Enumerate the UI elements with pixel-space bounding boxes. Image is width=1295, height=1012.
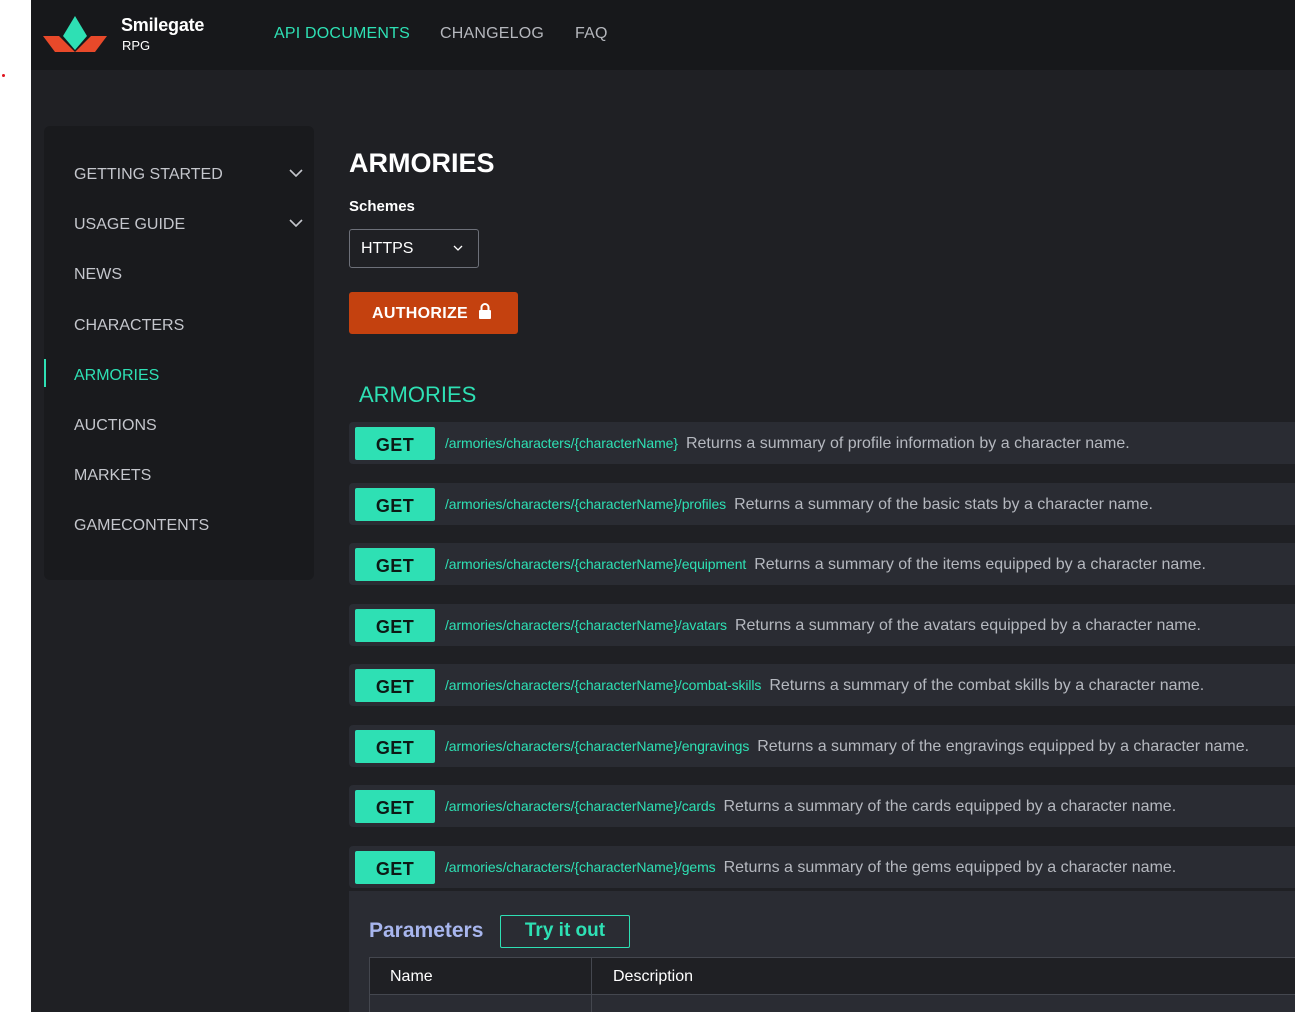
parameters-title: Parameters: [369, 919, 484, 942]
chevron-down-icon[interactable]: [289, 169, 303, 177]
smilegate-logo[interactable]: [43, 14, 107, 54]
operation-row[interactable]: GET /armories/characters/{characterName}…: [349, 725, 1295, 767]
operation-row[interactable]: GET /armories/characters/{characterName}…: [349, 785, 1295, 827]
chevron-down-icon: [453, 245, 463, 251]
method-label: GET: [375, 798, 415, 818]
sidebar-item-characters[interactable]: CHARACTERS: [74, 317, 184, 335]
operation-summary: Returns a summary of the engravings equi…: [757, 738, 1250, 755]
brand-subtitle: RPG: [122, 38, 151, 53]
nav-api-documents[interactable]: API DOCUMENTS: [274, 25, 410, 43]
method-label: GET: [375, 859, 415, 879]
sidebar-item-usage-guide[interactable]: USAGE GUIDE: [74, 216, 185, 234]
operation-summary: Returns a summary of profile information…: [685, 435, 1130, 452]
parameters-table-header: Name Description: [370, 958, 1295, 995]
operation-summary: Returns a summary of the combat skills b…: [769, 677, 1205, 694]
method-badge: GET: [355, 790, 435, 823]
chevron-down-icon[interactable]: [289, 219, 303, 227]
operation-details: Parameters Try it out Name Description: [349, 891, 1295, 1012]
nav-changelog[interactable]: CHANGELOG: [440, 25, 544, 43]
operation-text: /armories/characters/{characterName} Retu…: [445, 435, 1130, 453]
method-badge: GET: [355, 730, 435, 763]
nav-faq[interactable]: FAQ: [575, 25, 608, 43]
try-it-out-button[interactable]: Try it out: [500, 915, 630, 948]
operation-summary: Returns a summary of the items equipped …: [754, 556, 1206, 573]
page-title: ARMORIES: [349, 148, 495, 178]
sidebar: GETTING STARTED USAGE GUIDE NEWS CHARACT…: [44, 126, 314, 580]
method-label: GET: [375, 435, 415, 455]
lock-icon: [479, 303, 491, 319]
sidebar-item-gamecontents[interactable]: GAMECONTENTS: [74, 517, 209, 535]
operation-text: /armories/characters/{characterName}/equ…: [445, 556, 1206, 574]
authorize-button[interactable]: AUTHORIZE: [349, 292, 518, 334]
operation-text: /armories/characters/{characterName}/car…: [445, 798, 1176, 816]
operation-path: /armories/characters/{characterName}/eng…: [445, 738, 750, 754]
brand-name: Smilegate: [121, 15, 205, 35]
operation-path: /armories/characters/{characterName}/ava…: [445, 617, 727, 633]
operation-row[interactable]: GET /armories/characters/{characterName}…: [349, 422, 1295, 464]
method-label: GET: [375, 677, 415, 697]
scheme-value: HTTPS: [361, 240, 414, 257]
try-it-out-label: Try it out: [524, 920, 606, 941]
operation-path: /armories/characters/{characterName}/com…: [445, 677, 762, 693]
scheme-select[interactable]: HTTPS: [349, 229, 479, 268]
operation-path: /armories/characters/{characterName}/gem…: [445, 859, 716, 875]
operation-row[interactable]: GET /armories/characters/{characterName}…: [349, 664, 1295, 706]
authorize-label: AUTHORIZE: [372, 305, 469, 322]
operation-row[interactable]: GET /armories/characters/{characterName}…: [349, 604, 1295, 646]
sidebar-item-markets[interactable]: MARKETS: [74, 467, 151, 485]
sidebar-item-getting-started[interactable]: GETTING STARTED: [74, 166, 223, 184]
operation-summary: Returns a summary of the avatars equippe…: [734, 617, 1201, 634]
operation-text: /armories/characters/{characterName}/eng…: [445, 738, 1249, 756]
sidebar-item-news[interactable]: NEWS: [74, 266, 122, 284]
method-badge: GET: [355, 669, 435, 702]
method-badge: GET: [355, 548, 435, 581]
active-indicator: [44, 359, 46, 387]
operation-path: /armories/characters/{characterName}/car…: [445, 798, 716, 814]
sidebar-item-auctions[interactable]: AUCTIONS: [74, 417, 157, 435]
column-header-name: Name: [390, 968, 433, 985]
red-marker-dot: [2, 74, 5, 77]
method-label: GET: [375, 496, 415, 516]
operation-path: /armories/characters/{characterName}/equ…: [445, 556, 747, 572]
operation-summary: Returns a summary of the basic stats by …: [734, 496, 1153, 513]
method-badge: GET: [355, 427, 435, 460]
column-divider: [591, 958, 592, 1012]
method-label: GET: [375, 556, 415, 576]
method-badge: GET: [355, 609, 435, 642]
method-badge: GET: [355, 851, 435, 884]
top-navigation-bar: Smilegate RPG API DOCUMENTS CHANGELOG FA…: [31, 0, 1295, 70]
operation-text: /armories/characters/{characterName}/gem…: [445, 859, 1176, 877]
operation-text: /armories/characters/{characterName}/pro…: [445, 496, 1153, 514]
left-margin: [0, 0, 31, 1012]
operation-row[interactable]: GET /armories/characters/{characterName}…: [349, 543, 1295, 585]
app-window: Smilegate RPG API DOCUMENTS CHANGELOG FA…: [31, 0, 1295, 1012]
operation-summary: Returns a summary of the cards equipped …: [723, 798, 1177, 815]
method-badge: GET: [355, 488, 435, 521]
operation-text: /armories/characters/{characterName}/com…: [445, 677, 1204, 695]
method-label: GET: [375, 617, 415, 637]
parameters-table: Name Description: [369, 957, 1295, 1012]
column-header-description: Description: [613, 968, 694, 985]
operation-summary: Returns a summary of the gems equipped b…: [723, 859, 1177, 876]
section-title[interactable]: ARMORIES: [359, 382, 476, 408]
operation-row-expanded[interactable]: GET /armories/characters/{characterName}…: [349, 846, 1295, 888]
operation-path: /armories/characters/{characterName}: [445, 435, 678, 451]
operation-path: /armories/characters/{characterName}/pro…: [445, 496, 727, 512]
sidebar-item-armories[interactable]: ARMORIES: [74, 367, 159, 385]
schemes-label: Schemes: [349, 198, 415, 215]
operation-row[interactable]: GET /armories/characters/{characterName}…: [349, 483, 1295, 525]
operation-text: /armories/characters/{characterName}/ava…: [445, 617, 1201, 635]
method-label: GET: [375, 738, 415, 758]
